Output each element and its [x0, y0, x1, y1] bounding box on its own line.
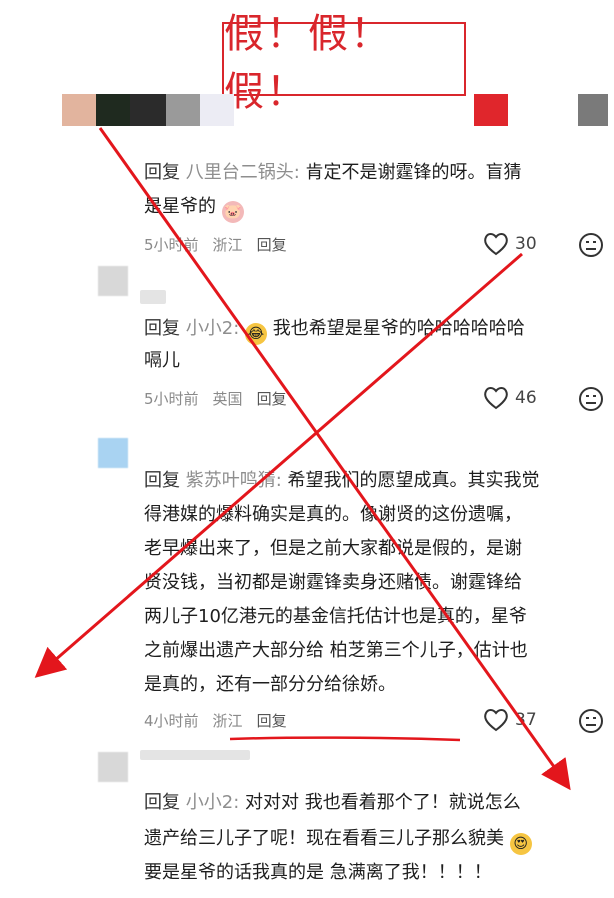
comment-text: 之前爆出遗产大部分给 柏芝第三个儿子，估计也 [144, 640, 528, 661]
comment-text: 嗝儿 [144, 350, 180, 371]
heart-eyes-emoji-icon: 😍 [509, 833, 532, 855]
like-button[interactable]: 30 [483, 232, 537, 256]
pig-emoji-icon: 🐷 [221, 201, 244, 223]
dislike-face-icon[interactable] [578, 232, 604, 258]
heart-icon [484, 709, 508, 732]
comment-location: 浙江 [212, 712, 243, 730]
avatar[interactable] [98, 438, 128, 468]
reply-button[interactable]: 回复 [257, 234, 287, 255]
like-count: 46 [515, 388, 537, 408]
comment-text: 肯定不是谢霆锋的呀。盲猜 [305, 162, 522, 183]
reply-label: 回复 [144, 162, 180, 183]
reply-user[interactable]: 小小2 [186, 318, 233, 339]
fake-stamp: 假！假！假！ [222, 11, 466, 115]
dislike-face-icon[interactable] [578, 386, 604, 412]
comment-time: 4小时前 [144, 712, 199, 730]
heart-icon [484, 233, 508, 256]
comment-location: 浙江 [212, 236, 243, 254]
reply-user[interactable]: 紫苏叶鸣猜 [186, 470, 276, 491]
comment-text: 得港媒的爆料确实是真的。像谢贤的这份遗嘱， [144, 504, 522, 525]
heart-icon [484, 387, 508, 410]
comment-text: 要是星爷的话我真的是 急满离了我！！！！ [144, 862, 492, 883]
avatar[interactable] [98, 752, 128, 782]
comment-text: 是真的，还有一部分分给徐娇。 [144, 674, 396, 695]
reply-label: 回复 [144, 318, 180, 339]
reply-button[interactable]: 回复 [257, 388, 287, 409]
comment-time: 5小时前 [144, 236, 199, 254]
like-count: 30 [515, 234, 537, 254]
reply-user[interactable]: 小小2 [186, 792, 233, 813]
blurred-name [140, 750, 250, 760]
red-cross-overlay [34, 127, 571, 791]
like-button[interactable]: 46 [483, 386, 537, 410]
comment-location: 英国 [212, 390, 243, 408]
laughing-emoji-icon: 😂 [244, 323, 267, 345]
comment-time: 5小时前 [144, 390, 199, 408]
comment-text: 是星爷的 [144, 196, 216, 217]
reply-button[interactable]: 回复 [257, 710, 287, 731]
reply-user[interactable]: 八里台二锅头 [186, 162, 294, 183]
avatar[interactable] [98, 266, 128, 296]
blurred-name [140, 290, 166, 304]
comment-text: 贤没钱，当初都是谢霆锋卖身还赌债。谢霆锋给 [144, 572, 522, 593]
comment-text: 希望我们的愿望成真。其实我觉 [287, 470, 540, 491]
comment-text: 两儿子10亿港元的基金信托估计也是真的，星爷 [144, 606, 527, 627]
dislike-face-icon[interactable] [578, 708, 604, 734]
reply-label: 回复 [144, 792, 180, 813]
like-button[interactable]: 37 [483, 708, 537, 732]
comment-text: 遗产给三儿子了呢！现在看看三儿子那么貌美 [144, 828, 504, 849]
comment-text: 我也希望是星爷的哈哈哈哈哈哈 [272, 318, 525, 339]
comment-text: 老早爆出来了，但是之前大家都说是假的，是谢 [144, 538, 522, 559]
red-underline [229, 736, 461, 742]
like-count: 37 [515, 710, 537, 730]
reply-label: 回复 [144, 470, 180, 491]
comment-text: 对对对 我也看着那个了！就说怎么 [244, 792, 521, 813]
